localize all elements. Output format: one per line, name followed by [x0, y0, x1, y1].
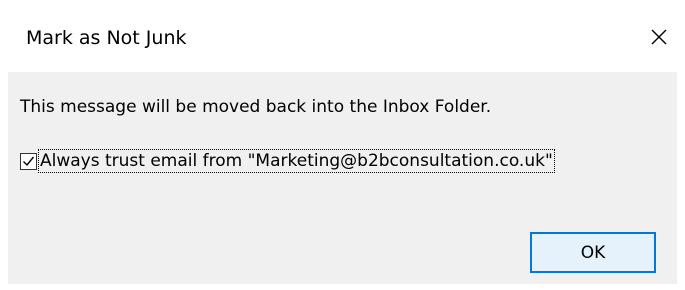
- ok-button[interactable]: OK: [530, 232, 656, 273]
- dialog-titlebar: Mark as Not Junk: [0, 0, 685, 72]
- dialog-message: This message will be moved back into the…: [20, 97, 492, 117]
- always-trust-checkbox-row[interactable]: Always trust email from "Marketing@b2bco…: [20, 149, 555, 173]
- always-trust-checkbox[interactable]: [20, 152, 37, 170]
- checkmark-icon: [23, 156, 35, 166]
- mark-as-not-junk-dialog: Mark as Not Junk This message will be mo…: [0, 0, 685, 290]
- always-trust-checkbox-label[interactable]: Always trust email from "Marketing@b2bco…: [38, 149, 555, 173]
- dialog-body: This message will be moved back into the…: [8, 72, 677, 284]
- dialog-title: Mark as Not Junk: [26, 27, 187, 49]
- close-button[interactable]: [646, 24, 672, 50]
- close-icon: [651, 29, 667, 45]
